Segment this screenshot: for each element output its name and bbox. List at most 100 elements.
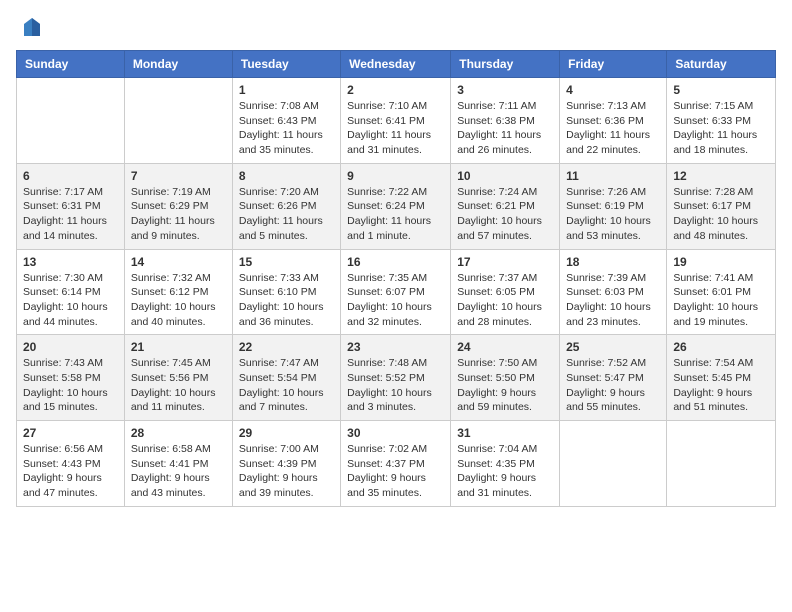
calendar-week-3: 13 Sunrise: 7:30 AM Sunset: 6:14 PM Dayl… [17, 249, 776, 335]
day-number: 12 [673, 169, 769, 183]
day-info: Sunrise: 7:19 AM Sunset: 6:29 PM Dayligh… [131, 185, 226, 244]
day-info: Sunrise: 7:11 AM Sunset: 6:38 PM Dayligh… [457, 99, 553, 158]
day-number: 19 [673, 255, 769, 269]
day-number: 9 [347, 169, 444, 183]
day-number: 7 [131, 169, 226, 183]
day-info: Sunrise: 7:24 AM Sunset: 6:21 PM Dayligh… [457, 185, 553, 244]
day-number: 22 [239, 340, 334, 354]
day-info: Sunrise: 7:02 AM Sunset: 4:37 PM Dayligh… [347, 442, 444, 501]
weekday-header-row: SundayMondayTuesdayWednesdayThursdayFrid… [17, 51, 776, 78]
day-info: Sunrise: 7:04 AM Sunset: 4:35 PM Dayligh… [457, 442, 553, 501]
day-number: 1 [239, 83, 334, 97]
day-number: 15 [239, 255, 334, 269]
calendar-cell: 31 Sunrise: 7:04 AM Sunset: 4:35 PM Dayl… [451, 421, 560, 507]
day-number: 14 [131, 255, 226, 269]
day-number: 13 [23, 255, 118, 269]
calendar-cell [17, 78, 125, 164]
calendar-cell: 24 Sunrise: 7:50 AM Sunset: 5:50 PM Dayl… [451, 335, 560, 421]
calendar-cell: 8 Sunrise: 7:20 AM Sunset: 6:26 PM Dayli… [232, 163, 340, 249]
calendar-cell: 17 Sunrise: 7:37 AM Sunset: 6:05 PM Dayl… [451, 249, 560, 335]
calendar-cell: 26 Sunrise: 7:54 AM Sunset: 5:45 PM Dayl… [667, 335, 776, 421]
day-info: Sunrise: 7:47 AM Sunset: 5:54 PM Dayligh… [239, 356, 334, 415]
day-info: Sunrise: 6:58 AM Sunset: 4:41 PM Dayligh… [131, 442, 226, 501]
calendar-cell: 30 Sunrise: 7:02 AM Sunset: 4:37 PM Dayl… [341, 421, 451, 507]
day-info: Sunrise: 7:48 AM Sunset: 5:52 PM Dayligh… [347, 356, 444, 415]
calendar-cell: 3 Sunrise: 7:11 AM Sunset: 6:38 PM Dayli… [451, 78, 560, 164]
day-info: Sunrise: 7:15 AM Sunset: 6:33 PM Dayligh… [673, 99, 769, 158]
day-number: 27 [23, 426, 118, 440]
day-number: 11 [566, 169, 660, 183]
calendar-cell: 6 Sunrise: 7:17 AM Sunset: 6:31 PM Dayli… [17, 163, 125, 249]
calendar-cell: 4 Sunrise: 7:13 AM Sunset: 6:36 PM Dayli… [560, 78, 667, 164]
day-number: 4 [566, 83, 660, 97]
day-number: 23 [347, 340, 444, 354]
day-number: 10 [457, 169, 553, 183]
day-info: Sunrise: 7:30 AM Sunset: 6:14 PM Dayligh… [23, 271, 118, 330]
calendar-cell: 28 Sunrise: 6:58 AM Sunset: 4:41 PM Dayl… [124, 421, 232, 507]
day-number: 3 [457, 83, 553, 97]
weekday-header-monday: Monday [124, 51, 232, 78]
day-info: Sunrise: 7:45 AM Sunset: 5:56 PM Dayligh… [131, 356, 226, 415]
day-info: Sunrise: 6:56 AM Sunset: 4:43 PM Dayligh… [23, 442, 118, 501]
day-info: Sunrise: 7:20 AM Sunset: 6:26 PM Dayligh… [239, 185, 334, 244]
day-info: Sunrise: 7:26 AM Sunset: 6:19 PM Dayligh… [566, 185, 660, 244]
day-info: Sunrise: 7:08 AM Sunset: 6:43 PM Dayligh… [239, 99, 334, 158]
calendar-cell: 21 Sunrise: 7:45 AM Sunset: 5:56 PM Dayl… [124, 335, 232, 421]
day-number: 24 [457, 340, 553, 354]
day-number: 6 [23, 169, 118, 183]
day-number: 28 [131, 426, 226, 440]
logo [16, 16, 44, 40]
calendar-table: SundayMondayTuesdayWednesdayThursdayFrid… [16, 50, 776, 507]
day-info: Sunrise: 7:33 AM Sunset: 6:10 PM Dayligh… [239, 271, 334, 330]
day-number: 8 [239, 169, 334, 183]
weekday-header-thursday: Thursday [451, 51, 560, 78]
day-info: Sunrise: 7:28 AM Sunset: 6:17 PM Dayligh… [673, 185, 769, 244]
calendar-cell [124, 78, 232, 164]
calendar-cell: 20 Sunrise: 7:43 AM Sunset: 5:58 PM Dayl… [17, 335, 125, 421]
day-number: 17 [457, 255, 553, 269]
calendar-cell: 27 Sunrise: 6:56 AM Sunset: 4:43 PM Dayl… [17, 421, 125, 507]
day-info: Sunrise: 7:54 AM Sunset: 5:45 PM Dayligh… [673, 356, 769, 415]
calendar-week-4: 20 Sunrise: 7:43 AM Sunset: 5:58 PM Dayl… [17, 335, 776, 421]
calendar-cell: 13 Sunrise: 7:30 AM Sunset: 6:14 PM Dayl… [17, 249, 125, 335]
calendar-cell: 15 Sunrise: 7:33 AM Sunset: 6:10 PM Dayl… [232, 249, 340, 335]
weekday-header-wednesday: Wednesday [341, 51, 451, 78]
calendar-cell: 12 Sunrise: 7:28 AM Sunset: 6:17 PM Dayl… [667, 163, 776, 249]
calendar-cell: 25 Sunrise: 7:52 AM Sunset: 5:47 PM Dayl… [560, 335, 667, 421]
day-number: 21 [131, 340, 226, 354]
day-number: 2 [347, 83, 444, 97]
calendar-cell: 18 Sunrise: 7:39 AM Sunset: 6:03 PM Dayl… [560, 249, 667, 335]
calendar-cell [667, 421, 776, 507]
day-number: 26 [673, 340, 769, 354]
calendar-week-5: 27 Sunrise: 6:56 AM Sunset: 4:43 PM Dayl… [17, 421, 776, 507]
day-number: 5 [673, 83, 769, 97]
day-info: Sunrise: 7:10 AM Sunset: 6:41 PM Dayligh… [347, 99, 444, 158]
weekday-header-sunday: Sunday [17, 51, 125, 78]
logo-icon [20, 16, 44, 40]
page-header [16, 16, 776, 40]
day-info: Sunrise: 7:32 AM Sunset: 6:12 PM Dayligh… [131, 271, 226, 330]
weekday-header-tuesday: Tuesday [232, 51, 340, 78]
calendar-cell: 9 Sunrise: 7:22 AM Sunset: 6:24 PM Dayli… [341, 163, 451, 249]
weekday-header-friday: Friday [560, 51, 667, 78]
day-info: Sunrise: 7:37 AM Sunset: 6:05 PM Dayligh… [457, 271, 553, 330]
calendar-cell: 16 Sunrise: 7:35 AM Sunset: 6:07 PM Dayl… [341, 249, 451, 335]
calendar-cell: 19 Sunrise: 7:41 AM Sunset: 6:01 PM Dayl… [667, 249, 776, 335]
day-number: 16 [347, 255, 444, 269]
day-info: Sunrise: 7:17 AM Sunset: 6:31 PM Dayligh… [23, 185, 118, 244]
day-info: Sunrise: 7:13 AM Sunset: 6:36 PM Dayligh… [566, 99, 660, 158]
day-number: 25 [566, 340, 660, 354]
calendar-cell: 2 Sunrise: 7:10 AM Sunset: 6:41 PM Dayli… [341, 78, 451, 164]
day-info: Sunrise: 7:43 AM Sunset: 5:58 PM Dayligh… [23, 356, 118, 415]
calendar-week-1: 1 Sunrise: 7:08 AM Sunset: 6:43 PM Dayli… [17, 78, 776, 164]
day-info: Sunrise: 7:52 AM Sunset: 5:47 PM Dayligh… [566, 356, 660, 415]
weekday-header-saturday: Saturday [667, 51, 776, 78]
calendar-cell: 22 Sunrise: 7:47 AM Sunset: 5:54 PM Dayl… [232, 335, 340, 421]
calendar-cell [560, 421, 667, 507]
calendar-cell: 10 Sunrise: 7:24 AM Sunset: 6:21 PM Dayl… [451, 163, 560, 249]
calendar-cell: 1 Sunrise: 7:08 AM Sunset: 6:43 PM Dayli… [232, 78, 340, 164]
calendar-cell: 11 Sunrise: 7:26 AM Sunset: 6:19 PM Dayl… [560, 163, 667, 249]
day-number: 29 [239, 426, 334, 440]
calendar-cell: 5 Sunrise: 7:15 AM Sunset: 6:33 PM Dayli… [667, 78, 776, 164]
day-info: Sunrise: 7:35 AM Sunset: 6:07 PM Dayligh… [347, 271, 444, 330]
